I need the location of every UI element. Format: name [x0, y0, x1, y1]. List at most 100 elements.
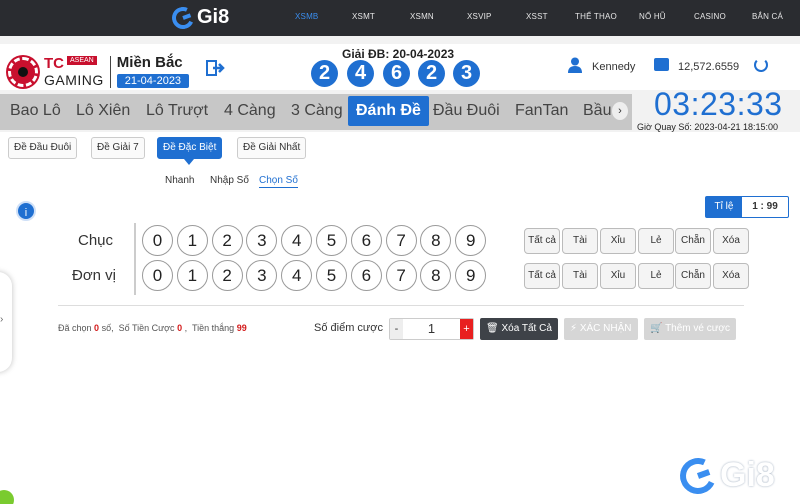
digit-ball-tens[interactable]: 2 [211, 225, 243, 256]
special-prize-digit: 2 [418, 60, 445, 87]
tab-3-cang[interactable]: 3 Càng [286, 96, 348, 126]
account-balance: 12,572.6559 [678, 61, 740, 73]
brand-divider [109, 55, 111, 88]
quick-select-button-tens[interactable]: Lẻ [638, 228, 674, 254]
tab-lo-truot[interactable]: Lô Trượt [141, 96, 213, 126]
digit-ball-units[interactable]: 0 [142, 260, 173, 291]
tab-danh-de[interactable]: Đánh Đề [348, 96, 429, 126]
chosen-unit: số, [101, 323, 114, 333]
digit-ball-units[interactable]: 1 [176, 260, 208, 291]
casino-chip-icon [8, 56, 38, 87]
nav-item-slots[interactable]: NỔ HŨ [639, 12, 666, 21]
subtab-de-dac-biet[interactable]: Đề Đặc Biệt [157, 137, 223, 159]
clear-all-label: Xóa Tất Cả [501, 323, 552, 334]
nav-item-xsmb[interactable]: XSMB [295, 12, 318, 21]
watermark-text: Gi8 [720, 456, 775, 494]
nav-item-sports[interactable]: THỂ THAO [575, 12, 617, 21]
mode-nhap-so[interactable]: Nhập Số [210, 175, 249, 186]
logout-icon[interactable] [206, 60, 226, 76]
nav-item-casino[interactable]: CASINO [694, 12, 726, 21]
site-logo[interactable]: Gi8 [168, 3, 229, 32]
user-icon [568, 57, 582, 73]
odds-ratio: Tỉ lệ 1 : 99 [705, 196, 789, 218]
chosen-count: 0 [94, 323, 100, 333]
row-divider [134, 223, 136, 295]
brand-gaming: GAMING [44, 72, 104, 88]
quick-select-button-tens[interactable]: Xỉu [600, 228, 636, 254]
digit-ball-tens[interactable]: 9 [455, 225, 487, 256]
gi8-watermark: Gi8 [674, 452, 775, 499]
digit-ball-tens[interactable]: 0 [142, 225, 173, 256]
trash-icon: 🗑 [486, 323, 499, 334]
ratio-value: 1 : 99 [752, 201, 778, 212]
digit-ball-units[interactable]: 3 [246, 260, 278, 291]
digit-ball-tens[interactable]: 1 [176, 225, 208, 256]
summary-separator: , [184, 323, 188, 333]
mode-nhanh[interactable]: Nhanh [165, 175, 194, 186]
quick-select-button-units[interactable]: Lẻ [638, 263, 674, 289]
subtab-de-giai-nhat[interactable]: Đề Giải Nhất [237, 137, 307, 159]
digit-ball-units[interactable]: 9 [455, 260, 487, 291]
quick-select-button-tens[interactable]: Tất cả [524, 228, 560, 254]
chevron-right-icon: › [0, 314, 4, 325]
digit-ball-tens[interactable]: 3 [246, 225, 278, 256]
special-prize-digit: 3 [453, 60, 480, 87]
region-date: 21-04-2023 [116, 74, 190, 88]
quick-select-button-units[interactable]: Xỉu [600, 263, 636, 289]
digit-ball-units[interactable]: 6 [350, 260, 382, 291]
side-drawer-handle[interactable]: › [0, 272, 12, 372]
tab-dau-duoi[interactable]: Đầu Đuôi [428, 96, 505, 126]
bet-points-input[interactable]: 1 [403, 319, 460, 339]
quick-select-button-units[interactable]: Xóa [713, 263, 749, 289]
tab-bau-cua[interactable]: Bầu [578, 96, 616, 126]
digit-ball-units[interactable]: 8 [420, 260, 452, 291]
quick-select-button-units[interactable]: Chẵn [675, 263, 711, 289]
nav-item-xsvip[interactable]: XSVIP [467, 12, 492, 21]
nav-item-xsst[interactable]: XSST [526, 12, 548, 21]
increase-button[interactable]: + [460, 319, 473, 339]
tab-fantan[interactable]: FanTan [510, 96, 573, 126]
draw-time: Giờ Quay Số: 2023-04-21 18:15:00 [637, 122, 778, 132]
nav-item-xsmt[interactable]: XSMT [352, 12, 375, 21]
decrease-button[interactable]: - [390, 319, 403, 339]
region-title: Miền Bắc [116, 54, 183, 71]
tab-4-cang[interactable]: 4 Càng [219, 96, 281, 126]
digit-ball-units[interactable]: 5 [316, 260, 347, 291]
username: Kennedy [592, 61, 636, 73]
nav-item-xsmn[interactable]: XSMN [410, 12, 434, 21]
confirm-button[interactable]: ⚡ XÁC NHẬN [564, 318, 638, 340]
subtab-de-dau-duoi[interactable]: Đề Đầu Đuôi [8, 137, 78, 159]
special-prize-digit: 6 [383, 60, 410, 87]
add-ticket-button[interactable]: 🛒 Thêm vé cược [644, 318, 736, 340]
nav-item-fishing[interactable]: BẮN CÁ [752, 12, 783, 21]
brand-asean-badge: ASEAN [67, 56, 97, 65]
active-subtab-pointer [184, 159, 194, 165]
brand-name: TC ASEAN GAMING [44, 56, 104, 87]
quick-select-button-tens[interactable]: Chẵn [675, 228, 711, 254]
chosen-label: Đã chọn [58, 323, 92, 333]
info-icon[interactable]: i [16, 201, 36, 221]
digit-ball-units[interactable]: 4 [281, 260, 313, 291]
digit-ball-units[interactable]: 2 [211, 260, 243, 291]
tab-lo-xien[interactable]: Lô Xiên [71, 96, 135, 126]
refresh-icon[interactable] [754, 58, 768, 72]
wallet-icon [654, 58, 669, 71]
quick-select-button-units[interactable]: Tài [562, 263, 598, 289]
tab-bao-lo[interactable]: Bao Lô [5, 96, 66, 126]
bet-amount-label: Số Tiền Cược [118, 323, 175, 333]
quick-select-button-tens[interactable]: Tài [562, 228, 598, 254]
digit-ball-tens[interactable]: 4 [281, 225, 313, 256]
quick-select-button-units[interactable]: Tất cả [524, 263, 560, 289]
section-divider [58, 305, 744, 306]
chevron-right-icon[interactable]: › [612, 102, 628, 120]
digit-ball-tens[interactable]: 7 [385, 225, 417, 256]
digit-ball-tens[interactable]: 8 [420, 225, 452, 256]
clear-all-button[interactable]: 🗑 Xóa Tất Cả [480, 318, 558, 340]
region-block: Miền Bắc 21-04-2023 [116, 54, 190, 89]
subtab-de-giai-7[interactable]: Đề Giải 7 [91, 137, 145, 159]
digit-ball-tens[interactable]: 5 [316, 225, 347, 256]
mode-chon-so[interactable]: Chọn Số [259, 175, 298, 188]
digit-ball-units[interactable]: 7 [385, 260, 417, 291]
digit-ball-tens[interactable]: 6 [350, 225, 382, 256]
quick-select-button-tens[interactable]: Xóa [713, 228, 749, 254]
